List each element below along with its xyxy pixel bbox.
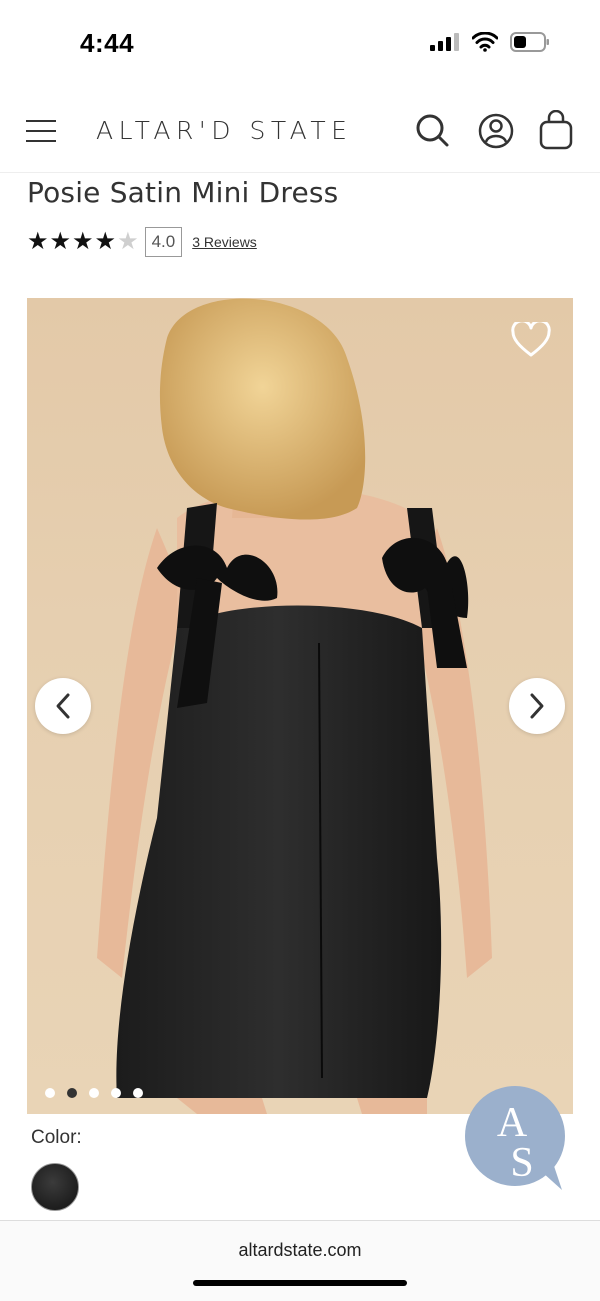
chat-badge-icon[interactable]: A S — [462, 1084, 572, 1192]
status-icons — [430, 32, 550, 52]
battery-icon — [510, 32, 549, 52]
previous-image-button[interactable] — [35, 678, 91, 734]
reviews-link[interactable]: 3 Reviews — [192, 234, 257, 250]
brand-logo[interactable]: ALTAR'D STATE — [96, 116, 372, 145]
account-icon[interactable] — [478, 110, 514, 150]
carousel-dot-active[interactable] — [67, 1088, 77, 1098]
rating-row: ★ ★ ★ ★ ★ 4.0 3 Reviews — [27, 226, 257, 258]
star-icon: ★ — [27, 228, 49, 255]
color-swatch-black[interactable] — [31, 1163, 79, 1211]
carousel-dot[interactable] — [111, 1088, 121, 1098]
heart-icon[interactable] — [511, 322, 551, 358]
home-indicator[interactable] — [193, 1280, 407, 1286]
next-image-button[interactable] — [509, 678, 565, 734]
star-icon: ★ — [49, 228, 72, 255]
carousel-dot[interactable] — [133, 1088, 143, 1098]
carousel-dot[interactable] — [45, 1088, 55, 1098]
product-image-carousel[interactable] — [27, 298, 573, 1114]
star-icon: ★ — [72, 228, 94, 255]
svg-text:S: S — [510, 1140, 533, 1186]
rating-value: 4.0 — [144, 227, 183, 257]
wifi-icon — [472, 32, 498, 52]
menu-icon[interactable] — [26, 120, 56, 142]
site-header: ALTAR'D STATE — [0, 88, 600, 173]
carousel-dot[interactable] — [89, 1088, 99, 1098]
star-empty-icon: ★ — [117, 228, 139, 255]
signal-icon — [430, 33, 459, 51]
browser-url[interactable]: altardstate.com — [0, 1240, 600, 1261]
carousel-dots — [45, 1088, 143, 1098]
bag-icon[interactable] — [538, 110, 574, 150]
product-title: Posie Satin Mini Dress — [27, 176, 339, 209]
star-icon: ★ — [94, 228, 117, 255]
rating-stars: ★ ★ ★ ★ ★ — [27, 230, 139, 254]
chevron-right-icon — [530, 693, 544, 719]
product-photo — [97, 298, 492, 1114]
color-label: Color: — [31, 1127, 82, 1148]
search-icon[interactable] — [414, 110, 450, 150]
status-time: 4:44 — [80, 28, 135, 58]
chevron-left-icon — [56, 693, 70, 719]
